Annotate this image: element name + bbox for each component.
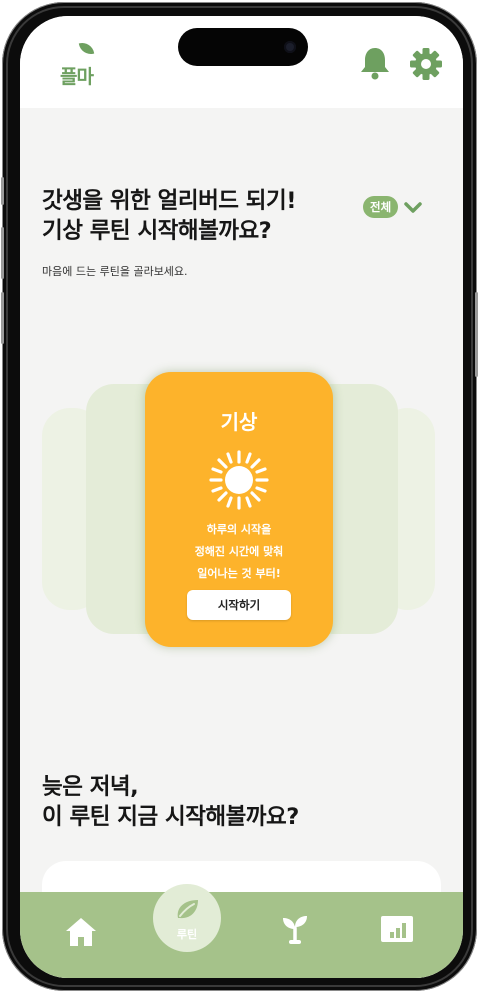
section-title: 늦은 저녁, 이 루틴 지금 시작해볼까요? — [42, 772, 299, 832]
sprout-icon[interactable] — [278, 912, 312, 946]
logo-text: 플마 — [60, 66, 94, 88]
app-screen: 플마 갓생을 위한 얼리버드 되기! 기상 루틴 시작해볼까요? 전체 마음에 … — [20, 16, 463, 978]
side-button — [1, 177, 4, 205]
leaf-icon — [177, 900, 198, 919]
side-button — [475, 292, 478, 377]
start-button[interactable]: 시작하기 — [187, 590, 291, 620]
chevron-down-icon — [404, 202, 422, 213]
routine-description: 하루의 시작을 정해진 시간에 맞춰 일어나는 것 부터! — [145, 519, 333, 585]
subtitle: 마음에 드는 루틴을 골라보세요. — [42, 265, 188, 278]
nav-routine-button[interactable]: 루틴 — [153, 884, 221, 952]
title-line-1: 갓생을 위한 얼리버드 되기! — [42, 188, 296, 214]
routine-title: 기상 — [220, 410, 258, 434]
chart-icon[interactable] — [380, 915, 414, 943]
section-title-line-1: 늦은 저녁, — [42, 774, 139, 800]
camera-icon — [284, 41, 296, 53]
logo-leaf-icon — [78, 40, 95, 57]
desc-line-3: 일어나는 것 부터! — [197, 567, 281, 580]
category-filter[interactable]: 전체 — [363, 196, 424, 218]
section-title-line-2: 이 루틴 지금 시작해볼까요? — [42, 804, 299, 830]
page-title: 갓생을 위한 얼리버드 되기! 기상 루틴 시작해볼까요? — [42, 186, 382, 246]
filter-label: 전체 — [363, 196, 399, 218]
home-icon[interactable] — [64, 916, 98, 948]
phone-frame: 플마 갓생을 위한 얼리버드 되기! 기상 루틴 시작해볼까요? 전체 마음에 … — [1, 2, 478, 991]
gear-icon[interactable] — [409, 47, 443, 81]
routine-card-wakeup[interactable]: 기상 하루의 시작을 정해진 시간에 맞춰 일어나는 것 부터! 시작하기 — [145, 372, 333, 647]
side-button — [1, 292, 4, 344]
sun-icon — [209, 450, 269, 510]
desc-line-1: 하루의 시작을 — [206, 523, 272, 536]
top-bar: 플마 — [20, 16, 463, 108]
title-line-2: 기상 루틴 시작해볼까요? — [42, 218, 272, 244]
nav-routine-label: 루틴 — [176, 928, 198, 941]
desc-line-2: 정해진 시간에 맞춰 — [194, 545, 284, 558]
side-button — [1, 227, 4, 279]
app-logo[interactable]: 플마 — [60, 40, 104, 92]
bell-icon[interactable] — [359, 46, 391, 80]
dynamic-island — [178, 28, 308, 66]
